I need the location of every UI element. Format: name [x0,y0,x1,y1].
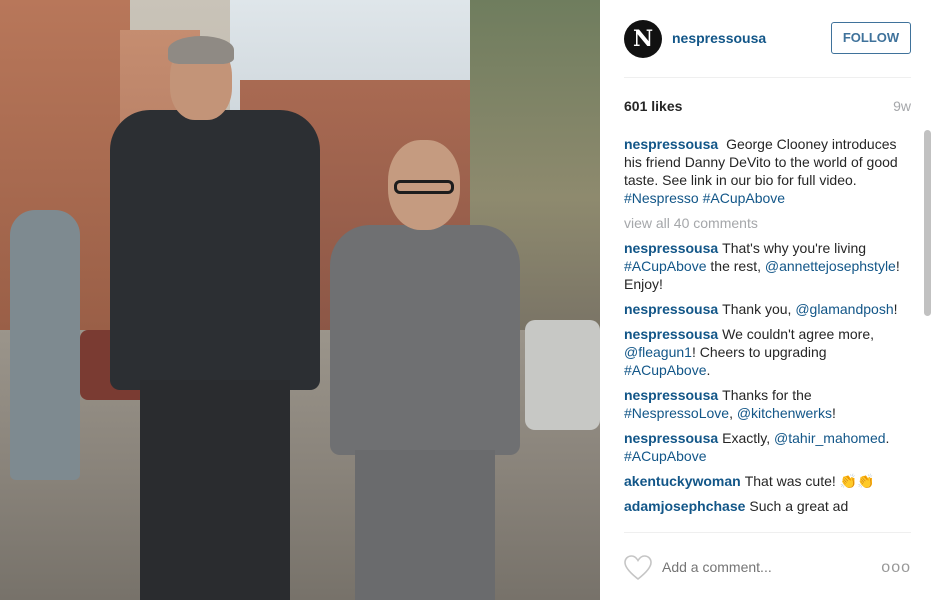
photo-car-right [525,320,600,430]
comment-text: Exactly, [722,430,775,446]
hashtag-link[interactable]: #ACupAbove [624,448,707,464]
comment-text: That's why you're living [722,240,867,256]
photo-man-right [330,140,520,600]
post-footer: ooo [624,532,911,600]
mention-link[interactable]: @glamandposh [795,301,893,317]
hashtag-link[interactable]: #Nespresso [624,190,699,206]
list-item: akentuckywoman That was cute! 👏👏 [624,472,914,490]
post-age[interactable]: 9w [893,98,911,114]
post-header: N nespressousa FOLLOW [624,18,911,78]
likes-count[interactable]: 601 likes [624,98,682,114]
comment-username[interactable]: nespressousa [624,430,718,446]
post-stats: 601 likes 9w [624,96,911,116]
comment-username[interactable]: nespressousa [624,240,718,256]
comment-text: , [729,405,737,421]
comment-username[interactable]: adamjosephchase [624,498,745,514]
comment-text: ! [831,405,836,421]
comments-scrollbar[interactable] [924,130,931,316]
comment-username[interactable]: nespressousa [624,326,718,342]
comment-username[interactable]: nespressousa [624,387,718,403]
photo-man-left [110,36,320,600]
list-item: nespressousa We couldn't agree more, @fle… [624,325,914,379]
mention-link[interactable]: @tahir_mahomed [774,430,886,446]
more-options-icon[interactable]: ooo [881,559,911,577]
mention-link[interactable]: @fleagun1 [624,344,692,360]
hashtag-link[interactable]: #NespressoLove [624,405,729,421]
hashtag-link[interactable]: #ACupAbove [624,258,707,274]
list-item: adamjosephchase Such a great ad [624,497,914,515]
hashtag-link[interactable]: #ACupAbove [703,190,786,206]
post-photo[interactable] [0,0,600,600]
comment-text: . [706,362,711,378]
list-item: nespressousa Exactly, @tahir_mahomed. #AC… [624,429,914,465]
post-side-panel: N nespressousa FOLLOW 601 likes 9w nespr… [600,0,935,600]
comment-text: That was cute! 👏👏 [744,473,875,489]
add-comment-input[interactable] [662,559,862,575]
list-item: nespressousa Thanks for the #NespressoLov… [624,386,914,422]
list-item: nespressousa That's why you're living #AC… [624,239,914,293]
comment-text: ! Cheers to upgrading [691,344,827,360]
comment-text: . [885,430,890,446]
comment-username[interactable]: nespressousa [624,136,718,152]
comment-text: Such a great ad [749,498,849,514]
mention-link[interactable]: @annettejosephstyle [765,258,896,274]
mention-link[interactable]: @kitchenwerks [737,405,832,421]
view-all-comments-link[interactable]: view all 40 comments [624,214,914,232]
comment-username[interactable]: akentuckywoman [624,473,741,489]
comments-list: nespressousa George Clooney introduces h… [624,135,914,531]
header-username[interactable]: nespressousa [672,30,766,46]
comment-text: Thank you, [722,301,796,317]
comment-text: ! [893,301,898,317]
avatar[interactable]: N [624,20,662,58]
caption: nespressousa George Clooney introduces h… [624,135,914,207]
comment-text: Thanks for the [722,387,812,403]
comment-username[interactable]: nespressousa [624,301,718,317]
hashtag-link[interactable]: #ACupAbove [624,362,707,378]
comment-text: We couldn't agree more, [722,326,874,342]
heart-icon[interactable] [624,555,652,581]
comment-text: the rest, [706,258,765,274]
photo-background-person [10,210,80,480]
list-item: nespressousa Thank you, @glamandposh! [624,300,914,318]
follow-button[interactable]: FOLLOW [831,22,911,54]
